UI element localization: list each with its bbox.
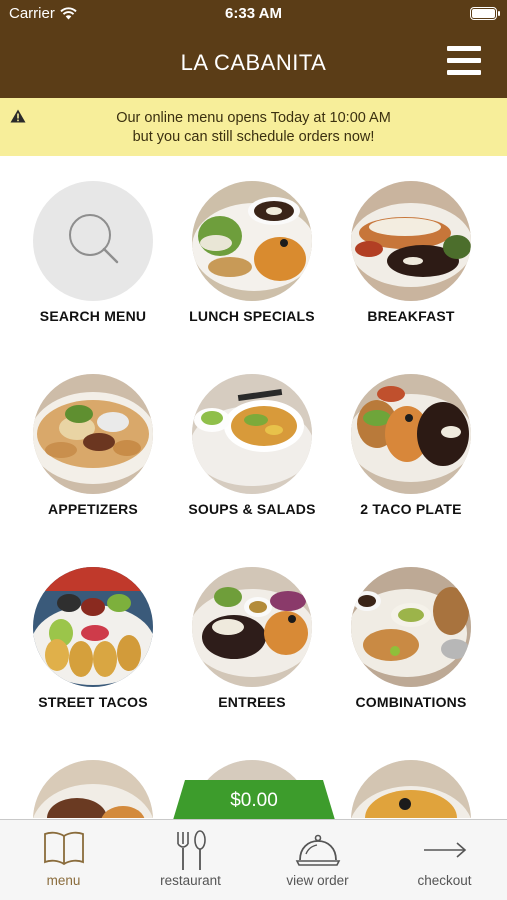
- food-photo: [192, 567, 312, 687]
- notice-line-2: but you can still schedule orders now!: [132, 129, 375, 145]
- category-grid: SEARCH MENU LUNCH SPECIALS BREAKFAST APP…: [0, 156, 507, 818]
- fork-knife-icon: [176, 830, 206, 870]
- notice-line-1: Our online menu opens Today at 10:00 AM: [116, 110, 391, 126]
- tab-restaurant[interactable]: restaurant: [127, 820, 254, 900]
- soups-salads-image: [192, 374, 312, 494]
- tab-menu[interactable]: menu: [0, 820, 127, 900]
- category-label: SOUPS & SALADS: [188, 501, 316, 517]
- category-label: LUNCH SPECIALS: [189, 308, 315, 324]
- category-label: BREAKFAST: [367, 308, 455, 324]
- category-street-tacos[interactable]: STREET TACOS: [13, 542, 173, 712]
- entrees-image: [192, 567, 312, 687]
- notice-text: Our online menu opens Today at 10:00 AM …: [0, 109, 507, 147]
- category-label: ENTREES: [218, 694, 286, 710]
- category-2-taco-plate[interactable]: 2 TACO PLATE: [331, 349, 491, 519]
- category-soups-salads[interactable]: SOUPS & SALADS: [172, 349, 332, 519]
- tab-label: restaurant: [160, 873, 221, 888]
- category-label: STREET TACOS: [38, 694, 148, 710]
- tab-label: menu: [46, 873, 81, 888]
- book-icon: [43, 831, 84, 866]
- category-search-menu[interactable]: SEARCH MENU: [13, 156, 173, 326]
- category-label: COMBINATIONS: [355, 694, 467, 710]
- category-combinations[interactable]: COMBINATIONS: [331, 542, 491, 712]
- category-entrees[interactable]: ENTREES: [172, 542, 332, 712]
- page-title: LA CABANITA: [180, 50, 327, 75]
- appetizers-image: [33, 374, 153, 494]
- cart-total-amount: $0.00: [230, 790, 278, 811]
- taco-plate-image: [351, 374, 471, 494]
- hamburger-menu-icon[interactable]: [447, 46, 481, 76]
- category-breakfast[interactable]: BREAKFAST: [331, 156, 491, 326]
- food-photo: [351, 760, 471, 818]
- lunch-specials-image: [192, 181, 312, 301]
- food-photo: [192, 374, 312, 494]
- food-photo: [351, 181, 471, 301]
- category-appetizers[interactable]: APPETIZERS: [13, 349, 173, 519]
- cloche-icon: [295, 834, 340, 866]
- category-label: 2 TACO PLATE: [360, 501, 462, 517]
- breakfast-image: [351, 181, 471, 301]
- app-header: Carrier 6:33 AM LA CABANITA: [0, 0, 507, 98]
- category-row4-left[interactable]: [13, 735, 173, 818]
- arrow-right-icon: [423, 842, 466, 858]
- battery-icon: [470, 7, 500, 20]
- tab-checkout[interactable]: checkout: [381, 820, 507, 900]
- search-menu-image: [33, 181, 153, 301]
- food-photo: [33, 760, 153, 818]
- tab-label: view order: [286, 873, 349, 888]
- category-label: SEARCH MENU: [39, 308, 147, 324]
- category-image: [351, 760, 471, 818]
- combinations-image: [351, 567, 471, 687]
- food-photo: [351, 374, 471, 494]
- food-photo: [192, 181, 312, 301]
- street-tacos-image: [33, 567, 153, 687]
- food-photo: [33, 567, 153, 687]
- status-time: 6:33 AM: [225, 5, 282, 22]
- food-photo: [33, 374, 153, 494]
- category-row4-right[interactable]: [331, 735, 491, 818]
- schedule-notice-banner: Our online menu opens Today at 10:00 AM …: [0, 98, 507, 156]
- category-label: APPETIZERS: [48, 501, 138, 517]
- food-photo: [351, 567, 471, 687]
- cart-total-button[interactable]: $0.00: [173, 780, 335, 820]
- status-bar: Carrier 6:33 AM: [0, 0, 507, 28]
- category-lunch-specials[interactable]: LUNCH SPECIALS: [172, 156, 332, 326]
- search-icon: [69, 214, 119, 264]
- tab-label: checkout: [417, 873, 472, 888]
- bottom-tab-bar: menu restaurant view order checkout: [0, 819, 507, 900]
- category-image: [33, 760, 153, 818]
- tab-view-order[interactable]: view order: [254, 820, 381, 900]
